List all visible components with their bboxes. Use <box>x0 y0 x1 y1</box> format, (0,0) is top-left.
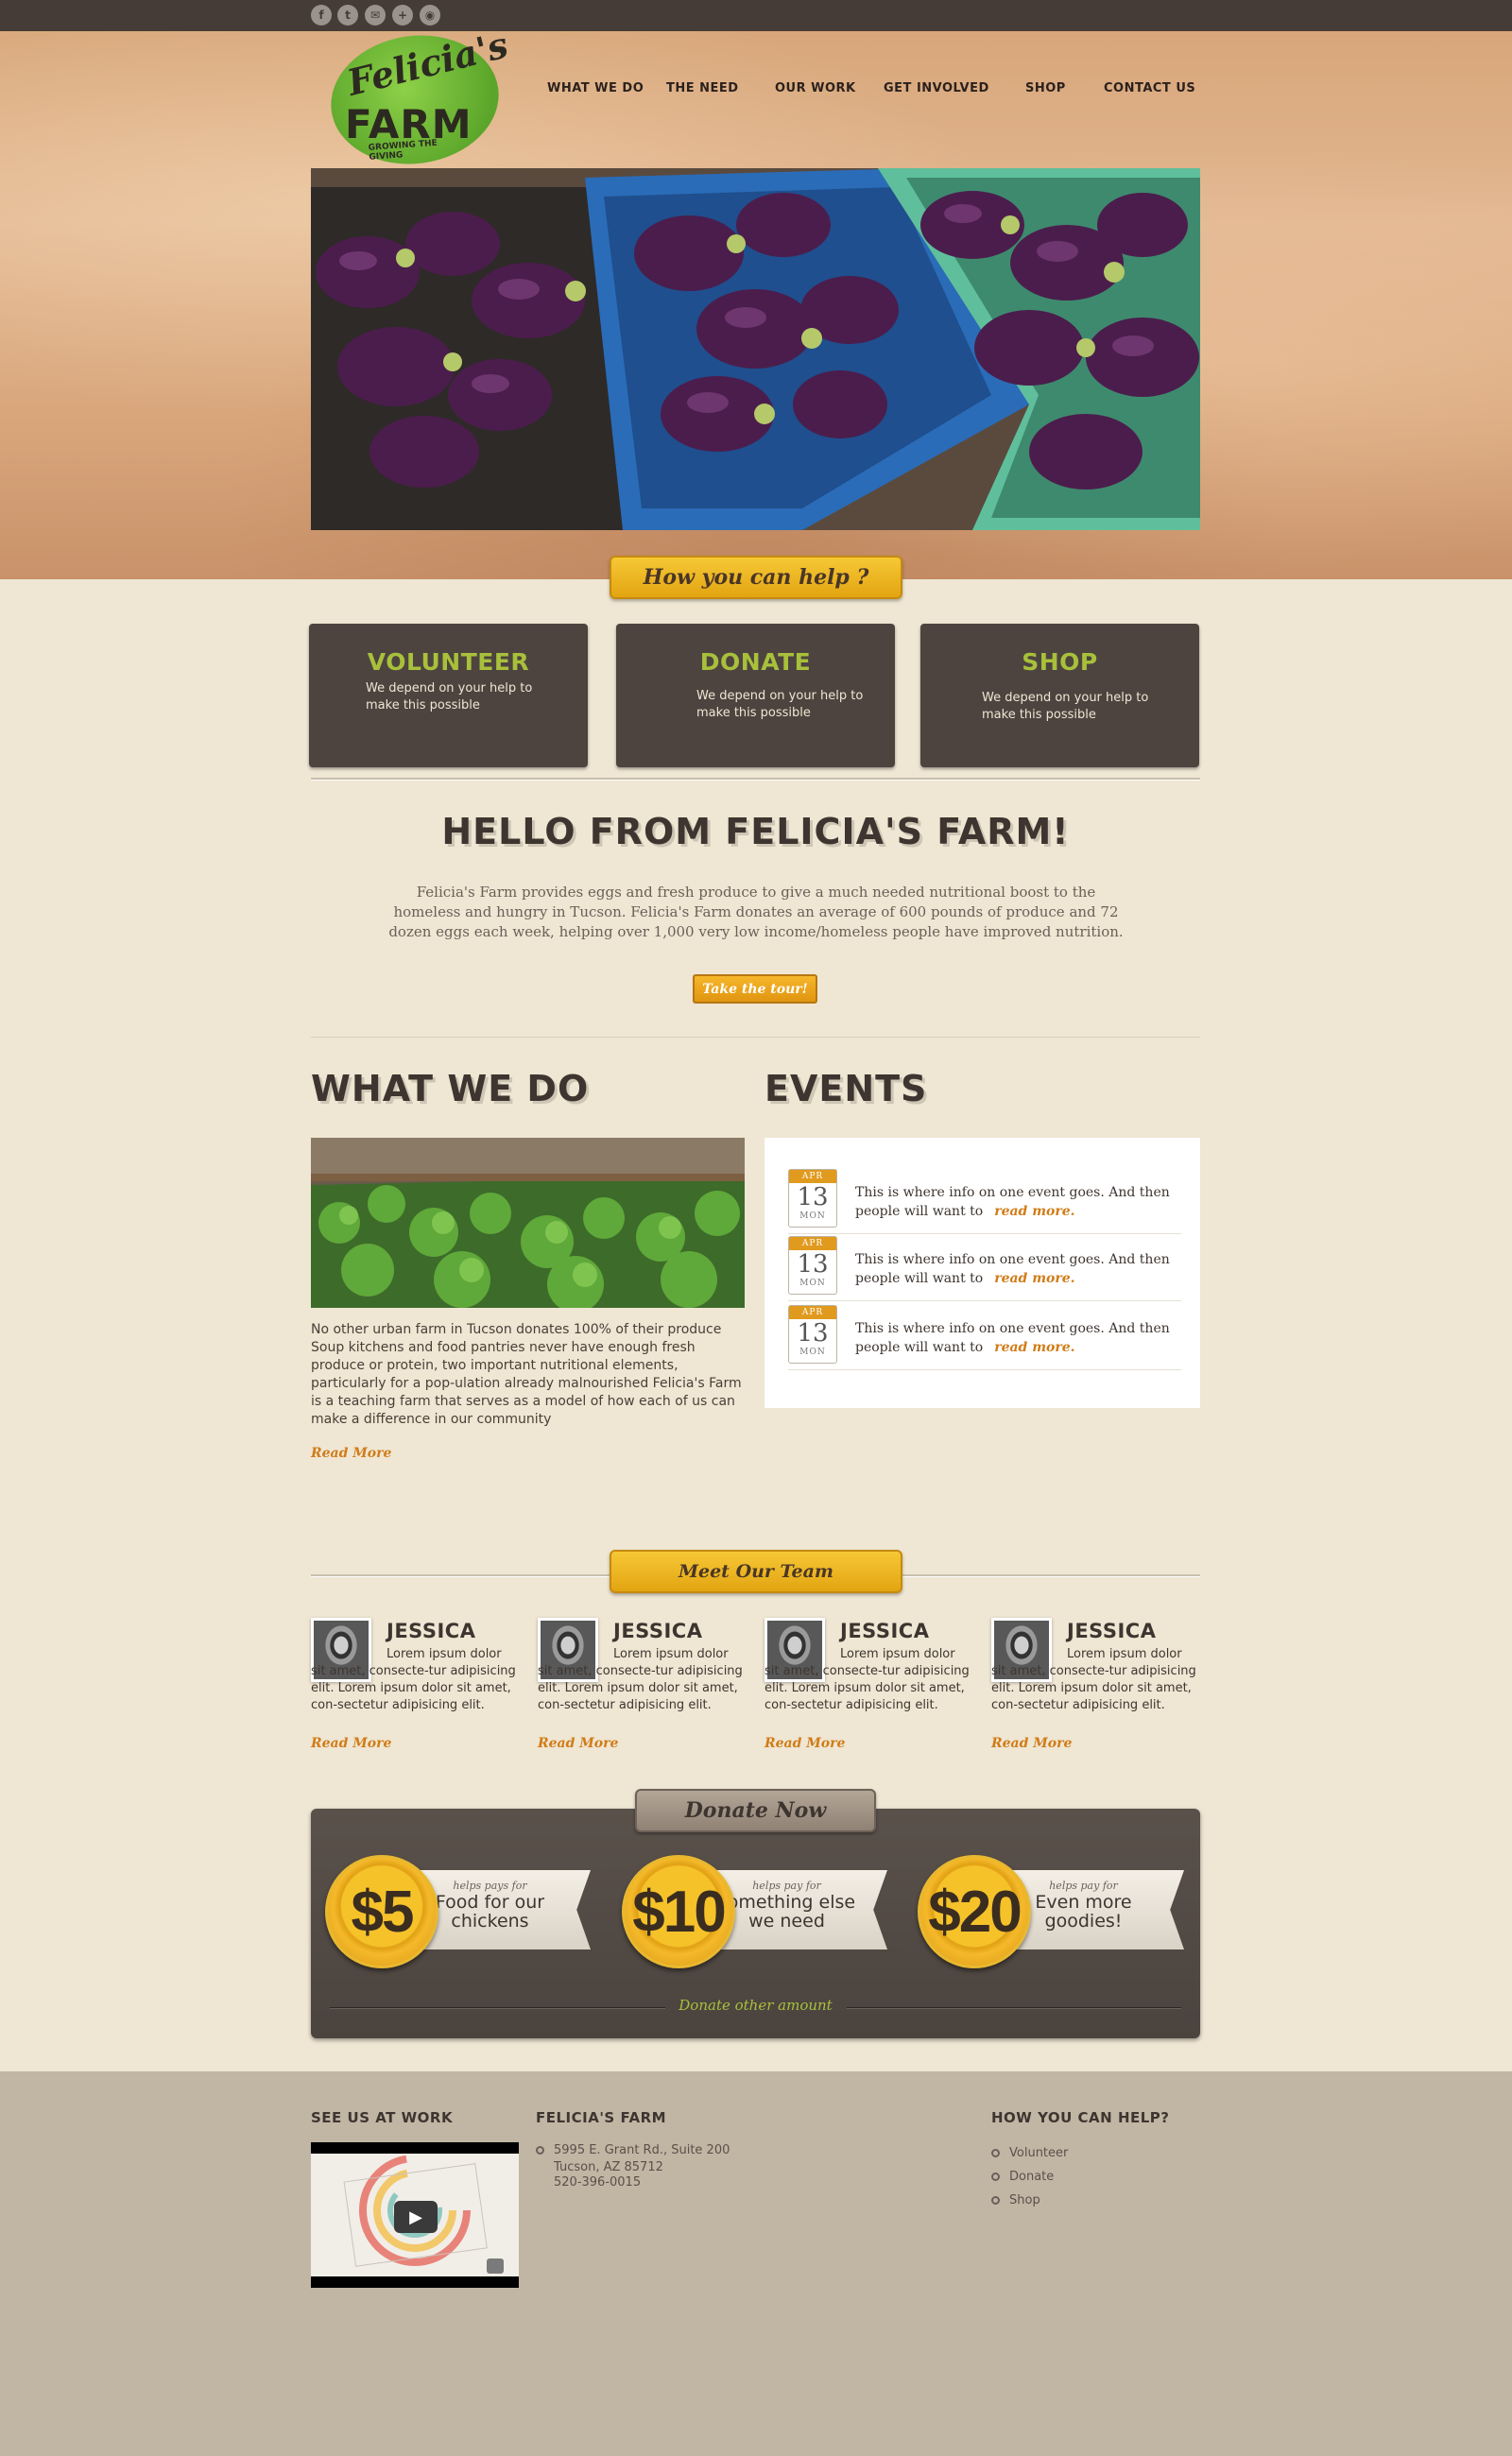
nav-what-we-do[interactable]: WHAT WE DO <box>547 81 644 95</box>
member-read-more[interactable]: Read More <box>765 1736 845 1751</box>
event-read-more[interactable]: read more. <box>994 1340 1074 1355</box>
address-line: 5995 E. Grant Rd., Suite 200 <box>554 2143 730 2157</box>
email-icon[interactable]: ✉ <box>365 5 386 26</box>
video-player[interactable]: ▶ <box>311 2142 519 2288</box>
member-name: JESSICA <box>840 1620 930 1642</box>
member-name: JESSICA <box>613 1620 703 1642</box>
donate-tag[interactable]: helps pay for something else we need <box>713 1870 887 1949</box>
bullet-icon <box>991 2196 1000 2205</box>
event-item: This is where info on one event goes. An… <box>855 1250 1181 1288</box>
top-bar <box>0 0 1512 31</box>
event-month: APR <box>789 1170 836 1183</box>
event-date: APR 13 MON <box>788 1169 837 1228</box>
bullet-icon <box>991 2173 1000 2181</box>
footer-help-title: HOW YOU CAN HELP? <box>991 2109 1170 2126</box>
what-we-do-title: WHAT WE DO <box>311 1068 590 1109</box>
shop-box[interactable]: SHOP We depend on your help to make this… <box>920 624 1199 767</box>
donate-tag[interactable]: helps pays for Food for our chickens <box>416 1870 591 1949</box>
donate-tag[interactable]: helps pay for Even more goodies! <box>1009 1870 1184 1949</box>
hello-title: HELLO FROM FELICIA'S FARM! <box>441 811 1070 852</box>
event-item: This is where info on one event goes. An… <box>855 1319 1181 1357</box>
donate-title: DONATE <box>699 648 812 676</box>
footer-video-title: SEE US AT WORK <box>311 2109 454 2126</box>
member-bio: Lorem ipsum dolor sit amet, consecte-tur… <box>538 1647 743 1712</box>
bullet-icon <box>991 2149 1000 2157</box>
team-ribbon: Meet Our Team <box>610 1550 902 1593</box>
nav-shop[interactable]: SHOP <box>1025 81 1066 95</box>
phone-number: 520-396-0015 <box>554 2175 642 2190</box>
volunteer-text: We depend on your help to make this poss… <box>366 681 533 713</box>
event-day: 13 <box>797 1250 829 1279</box>
donate-tag-small: helps pays for <box>453 1880 527 1892</box>
events-title: EVENTS <box>765 1068 928 1109</box>
event-month: APR <box>789 1306 836 1319</box>
nav-contact-us[interactable]: CONTACT US <box>1104 81 1195 95</box>
footer-address: 5995 E. Grant Rd., Suite 200 Tucson, AZ … <box>536 2141 730 2190</box>
event-date: APR 13 MON <box>788 1305 837 1364</box>
donate-text: We depend on your help to make this poss… <box>696 689 864 720</box>
plus-icon[interactable]: + <box>392 5 413 26</box>
member-read-more[interactable]: Read More <box>538 1736 618 1751</box>
events-panel: APR 13 MON This is where info on one eve… <box>765 1138 1200 1408</box>
donate-5-button[interactable]: $5 <box>325 1855 438 1968</box>
event-day: 13 <box>797 1319 829 1348</box>
event-divider <box>788 1369 1181 1370</box>
event-day: 13 <box>797 1183 829 1211</box>
divider <box>311 778 1200 781</box>
play-icon[interactable]: ▶ <box>394 2201 438 2233</box>
donate-10-button[interactable]: $10 <box>622 1855 735 1968</box>
member-name: JESSICA <box>387 1620 476 1642</box>
event-divider <box>788 1300 1181 1301</box>
nav-get-involved[interactable]: GET INVOLVED <box>884 81 989 95</box>
member-bio: Lorem ipsum dolor sit amet, consecte-tur… <box>765 1647 970 1712</box>
nav-the-need[interactable]: THE NEED <box>666 81 739 95</box>
event-read-more[interactable]: read more. <box>994 1204 1074 1219</box>
divider <box>311 1037 1200 1038</box>
event-month: APR <box>789 1237 836 1250</box>
footer-link-volunteer[interactable]: Volunteer <box>991 2141 1068 2165</box>
member-bio: Lorem ipsum dolor sit amet, consecte-tur… <box>311 1647 516 1712</box>
member-read-more[interactable]: Read More <box>991 1736 1072 1751</box>
member-read-more[interactable]: Read More <box>311 1736 391 1751</box>
shop-title: SHOP <box>1022 648 1098 676</box>
footer <box>0 2071 1512 2456</box>
hello-body: Felicia's Farm provides eggs and fresh p… <box>388 884 1124 940</box>
event-item: This is where info on one event goes. An… <box>855 1183 1181 1221</box>
twitter-icon[interactable]: t <box>337 5 358 26</box>
nav-our-work[interactable]: OUR WORK <box>775 81 856 95</box>
volunteer-title: VOLUNTEER <box>367 648 530 676</box>
facebook-icon[interactable]: f <box>311 5 332 26</box>
footer-link-donate[interactable]: Donate <box>991 2165 1068 2189</box>
member-name: JESSICA <box>1067 1620 1157 1642</box>
event-date: APR 13 MON <box>788 1236 837 1295</box>
member-bio: Lorem ipsum dolor sit amet, consecte-tur… <box>991 1647 1196 1712</box>
donate-box[interactable]: DONATE We depend on your help to make th… <box>616 624 895 767</box>
volunteer-box[interactable]: VOLUNTEER We depend on your help to make… <box>309 624 588 767</box>
donate-other-amount-link[interactable]: Donate other amount <box>311 1997 1200 2014</box>
donate-20-button[interactable]: $20 <box>918 1855 1031 1968</box>
donate-tag-small: helps pay for <box>752 1880 821 1892</box>
location-icon <box>536 2146 544 2155</box>
what-we-do-body: No other urban farm in Tucson donates 10… <box>311 1322 742 1427</box>
rss-icon[interactable]: ◉ <box>420 5 440 26</box>
footer-link-shop[interactable]: Shop <box>991 2189 1068 2212</box>
footer-help-links: Volunteer Donate Shop <box>991 2141 1068 2212</box>
shop-text: We depend on your help to make this poss… <box>982 691 1149 722</box>
donate-ribbon: Donate Now <box>635 1789 876 1832</box>
hero-image <box>311 168 1200 530</box>
footer-farm-title: FELICIA'S FARM <box>536 2109 667 2126</box>
event-divider <box>788 1233 1181 1234</box>
address-line: Tucson, AZ 85712 <box>554 2160 663 2174</box>
what-we-do-read-more[interactable]: Read More <box>311 1446 391 1461</box>
garden-image <box>311 1138 745 1308</box>
event-weekday: MON <box>799 1211 826 1221</box>
help-ribbon: How you can help ? <box>610 556 902 599</box>
take-tour-button[interactable]: Take the tour! <box>693 974 817 1004</box>
event-read-more[interactable]: read more. <box>994 1271 1074 1286</box>
event-weekday: MON <box>799 1348 826 1357</box>
donate-tag-small: helps pay for <box>1049 1880 1118 1892</box>
donate-tag-big: Even more goodies! <box>1035 1892 1132 1932</box>
event-weekday: MON <box>799 1279 826 1288</box>
fullscreen-icon[interactable] <box>487 2258 504 2274</box>
